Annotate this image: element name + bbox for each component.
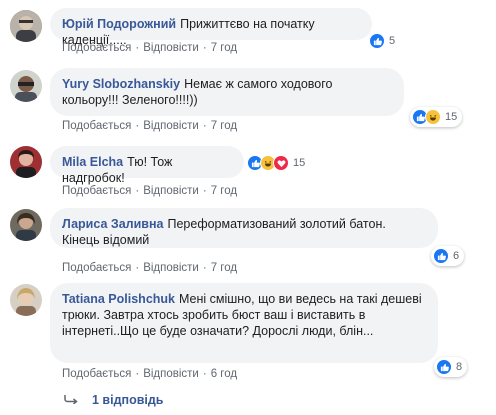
timestamp[interactable]: 7 год bbox=[211, 120, 237, 132]
reaction-count: 5 bbox=[389, 35, 396, 47]
comment-author[interactable]: Лариса Заливна bbox=[62, 217, 163, 231]
comment-author[interactable]: Tatiana Polishchuk bbox=[62, 292, 175, 306]
comment-actions: Подобається · Відповісти · 7 год bbox=[62, 42, 237, 54]
comment-actions: Подобається · Відповісти · 6 год bbox=[62, 368, 237, 380]
like-icon bbox=[433, 248, 449, 264]
reply-link[interactable]: Відповісти bbox=[143, 42, 199, 54]
avatar[interactable] bbox=[10, 209, 42, 241]
reply-link[interactable]: Відповісти bbox=[143, 262, 199, 274]
reply-link[interactable]: Відповісти bbox=[143, 120, 199, 132]
reply-arrow-icon bbox=[64, 393, 78, 407]
comment-actions: Подобається · Відповісти · 7 год bbox=[62, 262, 237, 274]
separator: · bbox=[202, 185, 207, 197]
separator: · bbox=[135, 120, 140, 132]
avatar[interactable] bbox=[10, 70, 42, 102]
comment-bubble: Tatiana Polishchuk Мені смішно, що ви вед… bbox=[50, 283, 438, 363]
reaction-count: 8 bbox=[456, 361, 463, 373]
comment-bubble: Лариса Заливна Переформатизований золотий… bbox=[50, 208, 438, 248]
comment-bubble: Юрій Подорожний Прижиттєво на початку кад… bbox=[50, 8, 372, 47]
comment-bubble: Mila Elcha Тю! Тож надгробок! bbox=[50, 146, 244, 185]
like-icon bbox=[436, 359, 452, 375]
timestamp[interactable]: 7 год bbox=[211, 42, 237, 54]
reaction-summary[interactable]: 8 bbox=[434, 357, 468, 377]
like-link[interactable]: Подобається bbox=[62, 262, 131, 274]
separator: · bbox=[135, 185, 140, 197]
timestamp[interactable]: 7 год bbox=[211, 262, 237, 274]
reaction-count: 6 bbox=[453, 250, 460, 262]
reply-link[interactable]: Відповісти bbox=[143, 185, 199, 197]
like-link[interactable]: Подобається bbox=[62, 368, 131, 380]
reaction-summary[interactable]: 5 bbox=[369, 31, 395, 51]
reply-link[interactable]: Відповісти bbox=[143, 368, 199, 380]
like-link[interactable]: Подобається bbox=[62, 42, 131, 54]
separator: · bbox=[202, 368, 207, 380]
replies-label: 1 відповідь bbox=[92, 393, 164, 407]
comment-author[interactable]: Yury Slobozhanskiy bbox=[62, 77, 180, 91]
timestamp[interactable]: 7 год bbox=[211, 185, 237, 197]
comment-author[interactable]: Юрій Подорожний bbox=[62, 17, 176, 31]
avatar[interactable] bbox=[10, 10, 42, 42]
like-link[interactable]: Подобається bbox=[62, 185, 131, 197]
view-replies-link[interactable]: 1 відповідь bbox=[64, 393, 163, 407]
like-icon bbox=[369, 33, 385, 49]
avatar[interactable] bbox=[10, 146, 42, 178]
comment-bubble: Yury Slobozhanskiy Немає ж самого ходовог… bbox=[50, 68, 404, 116]
separator: · bbox=[202, 262, 207, 274]
reaction-summary[interactable]: 6 bbox=[431, 246, 465, 266]
separator: · bbox=[135, 262, 140, 274]
love-icon bbox=[273, 155, 289, 171]
reaction-summary[interactable]: 15 bbox=[410, 107, 463, 127]
comment-actions: Подобається · Відповісти · 7 год bbox=[62, 120, 237, 132]
reaction-count: 15 bbox=[293, 157, 306, 169]
comment-author[interactable]: Mila Elcha bbox=[62, 155, 123, 169]
comment-actions: Подобається · Відповісти · 7 год bbox=[62, 185, 237, 197]
separator: · bbox=[135, 42, 140, 54]
like-link[interactable]: Подобається bbox=[62, 120, 131, 132]
separator: · bbox=[202, 42, 207, 54]
separator: · bbox=[202, 120, 207, 132]
reaction-summary[interactable]: 15 bbox=[247, 153, 305, 173]
reaction-count: 15 bbox=[445, 111, 458, 123]
timestamp[interactable]: 6 год bbox=[211, 368, 237, 380]
avatar[interactable] bbox=[10, 284, 42, 316]
haha-icon bbox=[425, 109, 441, 125]
separator: · bbox=[135, 368, 140, 380]
